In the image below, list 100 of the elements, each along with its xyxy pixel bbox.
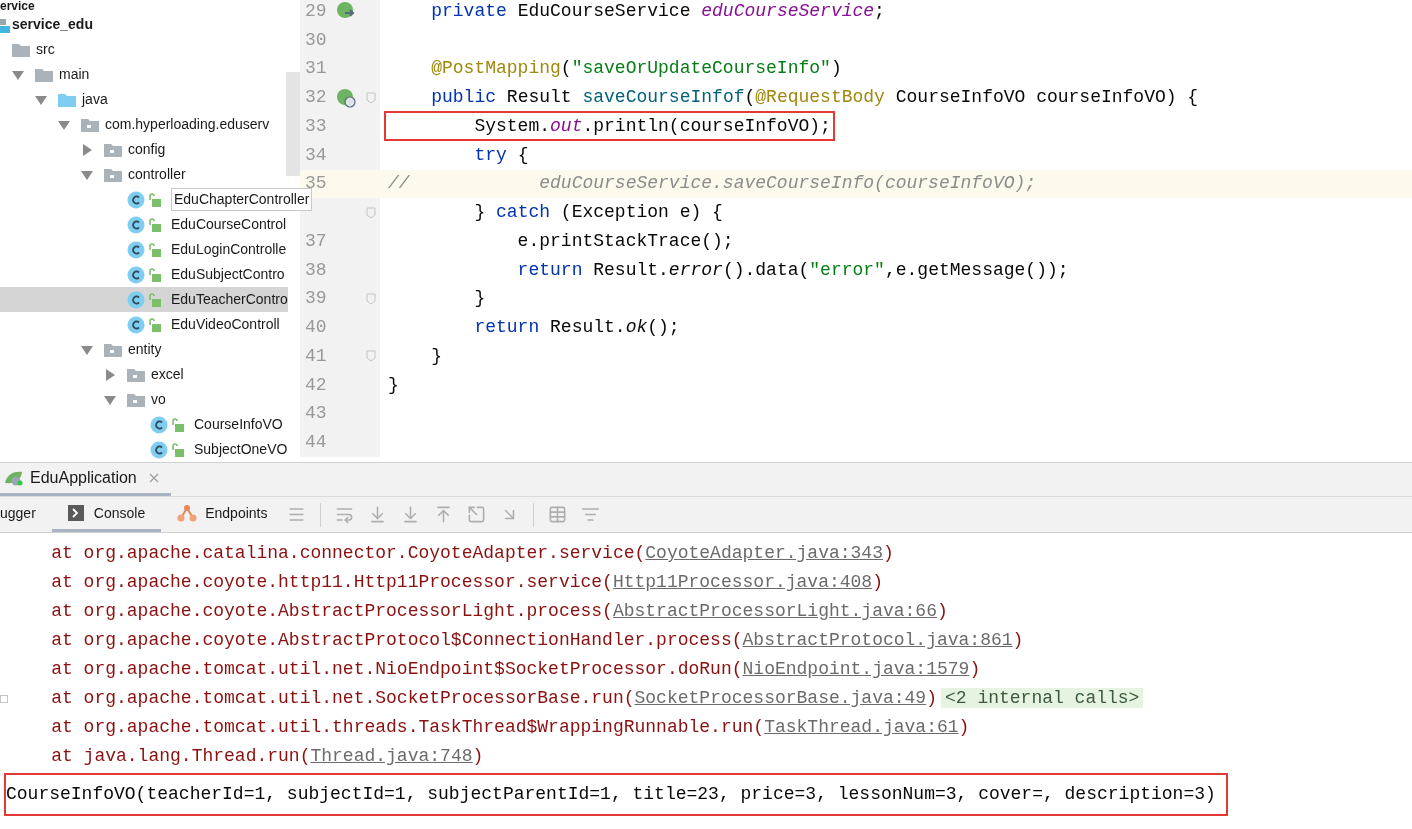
menu-icon[interactable] [287, 505, 307, 524]
folder-icon [35, 67, 53, 82]
fold-icon[interactable] [366, 91, 376, 104]
line-number: 30 [305, 29, 327, 50]
tree-item[interactable]: com.hyperloading.eduserv [0, 112, 286, 137]
caret-icon[interactable] [58, 118, 70, 131]
folder-icon [12, 42, 30, 57]
folder-icon [58, 92, 76, 107]
tree-item[interactable]: SubjectOneVO [0, 437, 288, 462]
tree-item-label: controller [128, 165, 186, 184]
code-line: try { [473, 143, 529, 167]
tree-item[interactable]: java [0, 87, 286, 112]
caret-icon[interactable] [81, 168, 93, 181]
tree-item-label: vo [151, 390, 166, 409]
caret-icon[interactable] [35, 93, 47, 106]
tree-item[interactable]: EduSubjectContro [0, 262, 286, 287]
wrap-icon[interactable] [335, 505, 355, 524]
close-icon[interactable] [148, 473, 159, 483]
tree-item[interactable]: vo [0, 387, 286, 412]
tree-item-label: java [82, 90, 108, 109]
caret-icon[interactable] [81, 343, 93, 356]
tree-item-label: EduCourseControl [171, 215, 287, 234]
line-number: 41 [305, 345, 327, 366]
tree-item-label: EduTeacherContro [171, 290, 288, 309]
module-icon [0, 16, 10, 33]
tree-item[interactable]: EduVideoControll [0, 312, 286, 337]
code-line: public Result saveCourseInfof(@RequestBody CourseInfoVO courseInfoVO) { [430, 86, 1199, 110]
box-arrow-icon[interactable] [467, 505, 487, 524]
tree-item-label: service_edu [12, 15, 93, 34]
code-line: e.printStackTrace(); [516, 229, 734, 253]
caret-icon[interactable] [104, 368, 116, 381]
tool-tab[interactable]: Console [51, 497, 162, 532]
console-line: at org.apache.coyote.AbstractProtocol$ConnectionHandler.process(AbstractProtocol.java:861) [50, 629, 1024, 652]
tree-item-label: excel [151, 365, 184, 384]
tree-item-label: com.hyperloading.eduserv [105, 115, 270, 134]
console-line: at org.apache.coyote.http11.Http11Processor.service(Http11Processor.java:408) [50, 571, 883, 594]
console-icon [67, 505, 84, 521]
tree-item[interactable]: CourseInfoVO [0, 412, 286, 437]
line-number: 40 [305, 317, 327, 338]
line-number: 31 [305, 58, 327, 79]
code-line: } [388, 373, 399, 397]
tool-tab[interactable]: ugger [0, 497, 52, 532]
code-line: } [473, 287, 486, 311]
tree-item[interactable]: main [0, 62, 286, 87]
line-number: 43 [305, 403, 327, 424]
tree-item[interactable]: config [0, 137, 286, 162]
tree-item-label: EduSubjectContro [171, 265, 285, 284]
tree-item[interactable]: ervice [0, 0, 286, 12]
tree-item[interactable]: EduLoginControlle [0, 237, 287, 262]
tree-item[interactable]: EduCourseControl [0, 212, 287, 237]
leaf-globe-icon[interactable] [336, 87, 356, 108]
console-line: at org.apache.tomcat.util.threads.TaskThread$WrappingRunnable.run(TaskThread.java:61) [50, 716, 970, 739]
fold-icon[interactable] [366, 292, 376, 305]
tree-item-label: CourseInfoVO [194, 415, 283, 434]
fold-icon[interactable] [366, 350, 376, 363]
tree-item-tooltip: EduChapterController [171, 188, 313, 211]
line-number: 39 [305, 288, 327, 309]
tree-item[interactable]: service_edu [0, 12, 286, 37]
line-number: 29 [305, 0, 327, 21]
line-number: 44 [305, 432, 327, 453]
fold-icon[interactable] [366, 206, 376, 219]
folder-icon [104, 342, 122, 357]
table-icon[interactable] [548, 505, 568, 524]
nodes-icon [177, 504, 198, 522]
caret-icon[interactable] [12, 68, 24, 81]
tree-item-label: SubjectOneVO [194, 440, 288, 459]
code-line: private EduCourseService eduCourseService; [430, 0, 885, 23]
code-line: } [430, 344, 442, 368]
folder-icon [127, 367, 145, 382]
code-line: @PostMapping("saveOrUpdateCourseInfo") [430, 57, 842, 81]
scrollbar[interactable] [286, 72, 300, 176]
console-line: at org.apache.tomcat.util.net.SocketProcessorBase.run(SocketProcessorBase.java:49) <2 internal calls> [8, 685, 1144, 712]
console-line: at org.apache.tomcat.util.net.NioEndpoint$SocketProcessor.doRun(NioEndpoint.java:1579) [50, 658, 981, 681]
tree-item[interactable]: EduTeacherContro [0, 287, 288, 312]
line-number: 38 [305, 259, 327, 280]
caret-icon[interactable] [81, 143, 93, 156]
tree-item[interactable]: excel [0, 362, 286, 387]
tree-item[interactable]: entity [0, 337, 286, 362]
folder-icon [81, 117, 99, 132]
code-line: return Result.error().data("error",e.getMessage()); [516, 258, 1069, 282]
tree-item-label: config [128, 140, 166, 159]
code-line: } catch (Exception e) { [473, 201, 723, 225]
folder-icon [104, 167, 122, 182]
tree-item[interactable]: controller [0, 162, 286, 187]
list-icon[interactable] [581, 505, 601, 524]
caret-icon[interactable] [104, 393, 116, 406]
tree-item[interactable]: src [0, 37, 286, 62]
fold-icon[interactable] [0, 694, 8, 703]
tree-item-label: entity [128, 340, 162, 359]
folder-icon [127, 392, 145, 407]
tool-tab[interactable]: Endpoints [161, 497, 284, 532]
console-line: at java.lang.Thread.run(Thread.java:748) [50, 745, 484, 768]
tree-item-label: main [59, 65, 90, 84]
folder-icon [104, 142, 122, 157]
line-number: 42 [305, 374, 327, 395]
tree-item-label: EduVideoControll [171, 315, 280, 334]
code-line: // eduCourseService.saveCourseInfo(courseInfoVO); [388, 172, 1037, 196]
tree-item-label: ervice [0, 0, 35, 12]
line-number: 34 [305, 144, 327, 165]
tree-item-label: EduLoginControlle [171, 240, 287, 259]
